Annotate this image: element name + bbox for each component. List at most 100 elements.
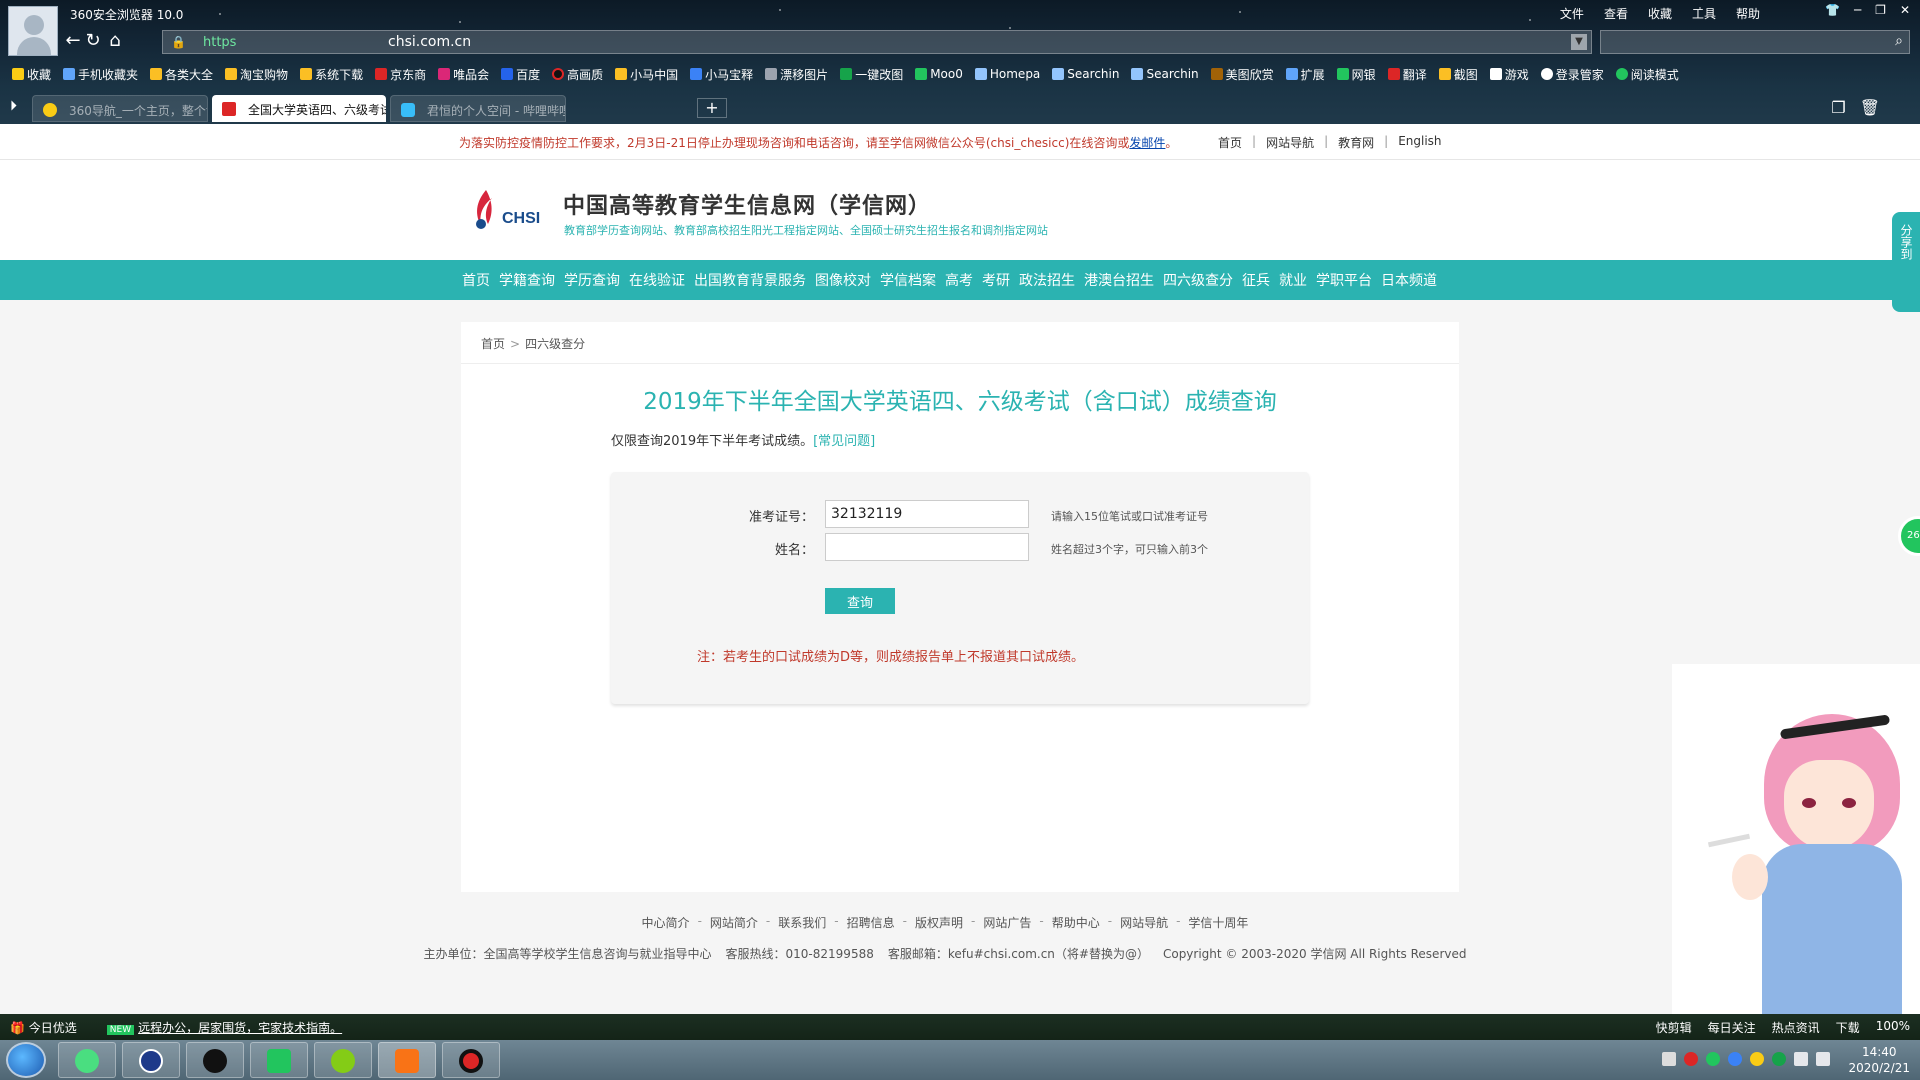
bookmark-item[interactable]: 高画质 [552,66,603,83]
bookmark-item[interactable]: 漂移图片 [765,66,828,83]
skin-icon[interactable]: 👕 [1825,3,1840,17]
maximize-icon[interactable]: ❐ [1875,3,1886,17]
refresh-icon[interactable]: ↻ [82,30,104,52]
new-tab-button[interactable]: + [697,98,727,118]
bookmark-item[interactable]: Moo0 [915,67,963,81]
faq-link[interactable]: [常见问题] [813,434,875,449]
share-sidebar[interactable]: 分享到 [1892,212,1920,312]
footer-link[interactable]: 联系我们 [778,914,826,931]
tray-app-icon[interactable] [1750,1052,1764,1066]
bookmark-item[interactable]: 各类大全 [150,66,213,83]
tab-360nav[interactable]: 360导航_一个主页，整个世界 [32,95,208,122]
footer-link[interactable]: 帮助中心 [1052,914,1100,931]
nav-jobs[interactable]: 就业 [1279,270,1307,290]
status-download[interactable]: 下载 [1836,1019,1860,1036]
nav-study-abroad[interactable]: 出国教育背景服务 [694,270,806,290]
nav-online-verify[interactable]: 在线验证 [629,270,685,290]
search-icon[interactable]: ⌕ [1895,33,1903,49]
bookmark-item[interactable]: 登录管家 [1540,66,1604,83]
bookmark-item[interactable]: 截图 [1438,66,1478,83]
user-avatar[interactable] [8,6,58,56]
clock[interactable]: 14:40 2020/2/21 [1848,1044,1910,1076]
taskbar-app-360[interactable] [58,1042,116,1078]
bookmark-item[interactable]: 翻译 [1387,66,1427,83]
nav-home[interactable]: 首页 [462,270,490,290]
nav-cet-score[interactable]: 四六级查分 [1163,270,1233,290]
restore-tab-icon[interactable]: ❐ [1831,98,1845,117]
bookmark-item[interactable]: 唯品会 [438,66,489,83]
nav-image-check[interactable]: 图像校对 [815,270,871,290]
shield-icon[interactable] [1772,1052,1786,1066]
chsi-logo[interactable]: CHSI [470,188,550,236]
status-quick-clip[interactable]: 快剪辑 [1656,1019,1692,1036]
bookmark-item[interactable]: 扩展 [1285,66,1325,83]
top-link-english[interactable]: English [1398,134,1441,151]
nav-enlist[interactable]: 征兵 [1242,270,1270,290]
browser-search-box[interactable]: ⌕ [1600,30,1910,54]
email-link[interactable]: 发邮件 [1129,136,1165,150]
bookmark-item[interactable]: 一键改图 [840,66,903,83]
menu-tools[interactable]: 工具 [1692,5,1716,22]
bookmark-item[interactable]: 系统下载 [300,66,363,83]
tray-app-icon[interactable] [1706,1052,1720,1066]
address-dropdown-icon[interactable]: ▼ [1571,34,1587,50]
start-button[interactable] [6,1042,46,1078]
bookmark-item[interactable]: 小马宝释 [690,66,753,83]
zoom-level[interactable]: 100% [1876,1019,1910,1036]
close-icon[interactable]: ✕ [1900,3,1910,17]
breadcrumb-current[interactable]: 四六级查分 [525,337,585,351]
nav-career[interactable]: 学职平台 [1316,270,1372,290]
breadcrumb-home[interactable]: 首页 [481,337,505,351]
minimize-icon[interactable]: ─ [1854,3,1861,17]
bookmark-item[interactable]: 手机收藏夹 [63,66,138,83]
taskbar-app-game[interactable] [314,1042,372,1078]
tab-bilibili[interactable]: 君恒的个人空间 - 哔哩哔哩 [390,95,566,122]
nav-degree-query[interactable]: 学历查询 [564,270,620,290]
footer-link[interactable]: 中心简介 [642,914,690,931]
status-daily-focus[interactable]: 每日关注 [1708,1019,1756,1036]
trash-icon[interactable]: 🗑 [1860,98,1880,117]
tab-cet-query[interactable]: 全国大学英语四、六级考试官方 ✕ [212,95,386,122]
nav-japan[interactable]: 日本频道 [1381,270,1437,290]
nav-kaoyan[interactable]: 考研 [982,270,1010,290]
nav-archive[interactable]: 学信档案 [880,270,936,290]
top-link-sitemap[interactable]: 网站导航 [1266,134,1314,151]
ticket-number-input[interactable] [825,500,1029,528]
bookmark-item[interactable]: 阅读模式 [1615,66,1679,83]
footer-link[interactable]: 招聘信息 [847,914,895,931]
floating-badge[interactable]: 26 [1898,516,1920,556]
top-link-home[interactable]: 首页 [1218,134,1242,151]
menu-view[interactable]: 查看 [1604,5,1628,22]
bookmark-item[interactable]: 收藏 [12,66,51,83]
bookmark-item[interactable]: Homepa [974,67,1040,81]
bookmark-item[interactable]: 百度 [501,66,540,83]
taskbar-app-qq[interactable] [186,1042,244,1078]
network-icon[interactable] [1794,1052,1808,1066]
tab-list-icon[interactable]: ⏵ [10,98,17,114]
nav-student-status[interactable]: 学籍查询 [499,270,555,290]
nav-hmt-enroll[interactable]: 港澳台招生 [1084,270,1154,290]
top-link-edu[interactable]: 教育网 [1338,134,1374,151]
bookmark-item[interactable]: 淘宝购物 [225,66,288,83]
name-input[interactable] [825,533,1029,561]
daily-picks[interactable]: 🎁 今日优选 [10,1019,77,1036]
nav-law-enroll[interactable]: 政法招生 [1019,270,1075,290]
bookmark-item[interactable]: 游戏 [1489,66,1529,83]
footer-link[interactable]: 网站简介 [710,914,758,931]
footer-link[interactable]: 版权声明 [915,914,963,931]
taskbar-app-iqiyi[interactable] [250,1042,308,1078]
nav-gaokao[interactable]: 高考 [945,270,973,290]
bookmark-item[interactable]: 网银 [1336,66,1376,83]
menu-file[interactable]: 文件 [1560,5,1584,22]
taskbar-app-k[interactable] [122,1042,180,1078]
status-hot-news[interactable]: 热点资讯 [1772,1019,1820,1036]
news-ticker[interactable]: NEW 远程办公，居家围货，宅家技术指南。 [106,1019,342,1036]
taskbar-app-browser[interactable] [378,1042,436,1078]
bookmark-item[interactable]: Searchin [1131,67,1199,81]
tray-app-icon[interactable] [1728,1052,1742,1066]
volume-icon[interactable] [1816,1052,1830,1066]
home-icon[interactable]: ⌂ [104,30,126,52]
bookmark-item[interactable]: Searchin [1052,67,1119,81]
keyboard-icon[interactable] [1662,1052,1676,1066]
address-bar[interactable]: 🔒 https chsi.com.cn ▼ [162,30,1592,54]
